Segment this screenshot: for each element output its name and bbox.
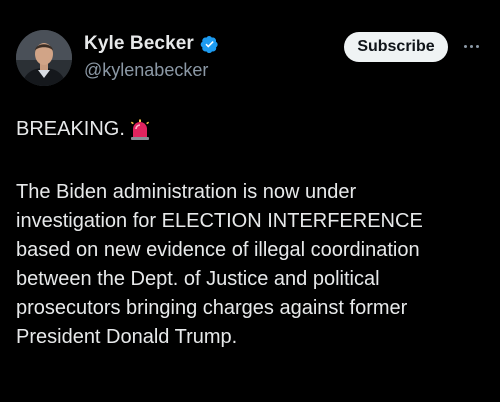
author-name-row[interactable]: Kyle Becker xyxy=(84,33,219,55)
police-siren-icon xyxy=(130,119,150,141)
post-body-line: based on new evidence of illegal coordin… xyxy=(16,239,420,261)
post-body-line: prosecutors bringing charges against for… xyxy=(16,297,408,319)
post-body: The Biden administration is now under in… xyxy=(16,178,494,352)
avatar[interactable] xyxy=(16,30,72,86)
verified-badge-icon[interactable] xyxy=(200,35,219,54)
post-body-line: President Donald Trump. xyxy=(16,326,238,348)
post-body-line: between the Dept. of Justice and politic… xyxy=(16,268,380,290)
subscribe-button[interactable]: Subscribe xyxy=(344,32,448,62)
post-body-line: investigation for ELECTION INTERFERENCE xyxy=(16,210,423,232)
author-handle[interactable]: @kylenabecker xyxy=(84,60,208,81)
author-display-name[interactable]: Kyle Becker xyxy=(84,33,194,55)
person-avatar-icon xyxy=(16,30,72,86)
ellipsis-horizontal-icon[interactable] xyxy=(459,37,483,55)
post-body-line: The Biden administration is now under xyxy=(16,181,357,203)
post-headline: BREAKING. xyxy=(16,118,125,140)
post-headline-row: BREAKING. xyxy=(16,118,150,141)
post-card: Kyle Becker @kylenabecker Subscribe BREA… xyxy=(0,0,500,402)
